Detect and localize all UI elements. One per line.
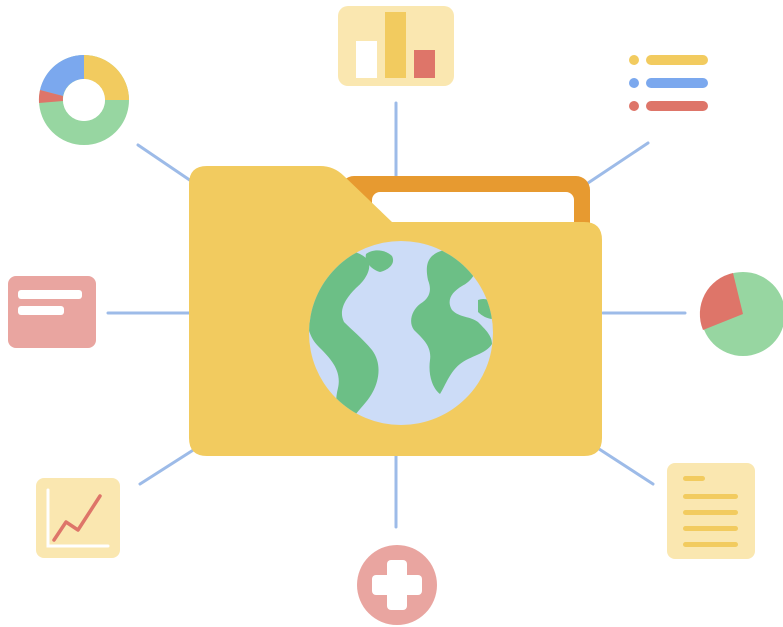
pie-chart-icon	[699, 272, 783, 356]
donut-chart-icon	[38, 54, 129, 145]
medical-cross-icon	[357, 545, 437, 625]
folder-network-illustration	[8, 6, 783, 625]
list-icon	[629, 55, 708, 111]
connector-line	[586, 141, 650, 185]
connector-line	[136, 143, 199, 187]
text-card-icon	[8, 276, 96, 348]
connector-line	[594, 445, 655, 486]
document-icon	[667, 463, 755, 559]
connector-line	[138, 445, 200, 486]
line-chart-icon	[36, 478, 120, 558]
illustration-canvas	[0, 0, 783, 627]
bar-chart-icon	[338, 6, 454, 86]
